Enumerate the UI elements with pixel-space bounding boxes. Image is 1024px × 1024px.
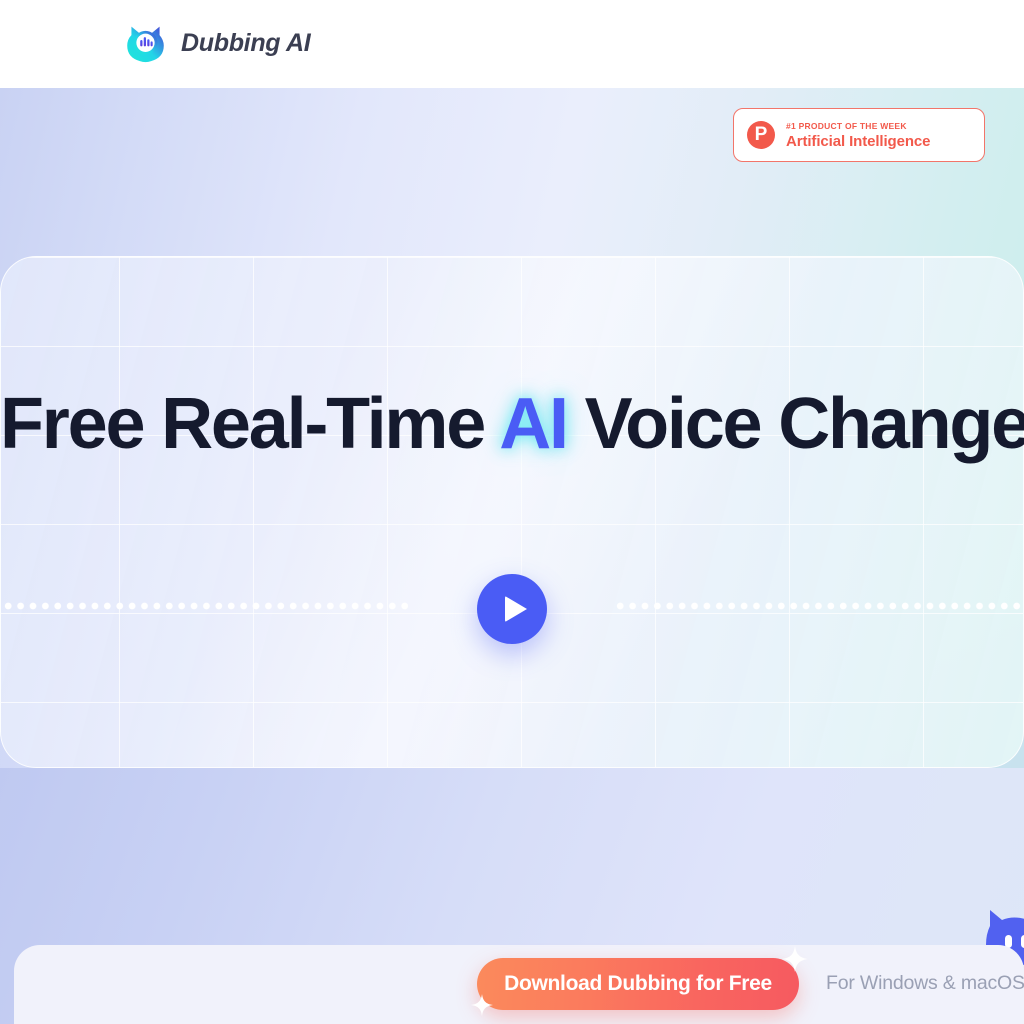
- site-header: Dubbing AI Supported Apps Contact Us Blo…: [0, 0, 1024, 88]
- sparkle-icon: [471, 994, 493, 1021]
- page-title: Free Real-Time AI Voice Changer: [0, 381, 1024, 467]
- headline-text-lead: Free Real-Time: [0, 384, 500, 464]
- brand-name: Dubbing AI: [181, 29, 311, 57]
- play-icon: [504, 596, 527, 622]
- play-video-button[interactable]: [477, 574, 547, 644]
- sparkle-icon: [782, 946, 808, 977]
- hero-grid-pattern: [1, 257, 1023, 767]
- headline-text-tail: Voice Changer: [566, 384, 1024, 464]
- product-hunt-kicker: #1 PRODUCT OF THE WEEK: [786, 120, 907, 131]
- download-button-label: Download Dubbing for Free: [504, 972, 772, 995]
- dubbing-ai-cat-logo-icon: [123, 21, 168, 66]
- product-hunt-icon: P: [747, 121, 775, 149]
- product-hunt-badge-text: #1 PRODUCT OF THE WEEK Artificial Intell…: [786, 120, 931, 151]
- product-hunt-category: Artificial Intelligence: [786, 132, 931, 150]
- brand-logo[interactable]: Dubbing AI: [123, 21, 311, 66]
- download-button[interactable]: Download Dubbing for Free: [471, 946, 808, 1016]
- platform-support-note: For Windows & macOS: [826, 972, 1024, 994]
- waveform-dots-left: [2, 601, 408, 611]
- download-button-wrapper: Download Dubbing for Free: [471, 946, 808, 1016]
- headline-accent-ai: AI: [499, 384, 569, 464]
- product-hunt-badge[interactable]: P #1 PRODUCT OF THE WEEK Artificial Inte…: [733, 108, 985, 162]
- hero-card: [0, 256, 1024, 768]
- page-root: Dubbing AI Supported Apps Contact Us Blo…: [0, 0, 1024, 1024]
- waveform-dots-right: [614, 601, 1024, 611]
